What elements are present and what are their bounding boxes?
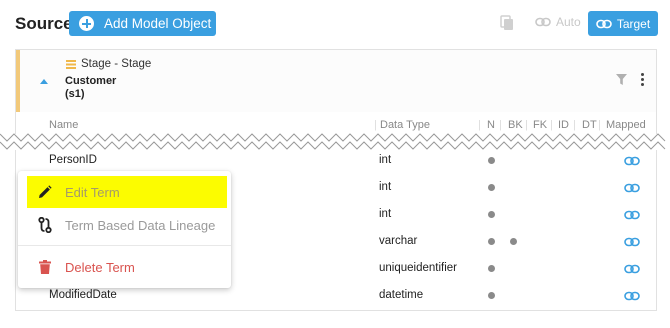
page-title: Source [15, 14, 73, 33]
business-key-dot-icon [510, 238, 517, 245]
nullable-dot-icon [488, 292, 495, 299]
plus-circle-icon [79, 16, 94, 31]
lineage-icon [37, 217, 53, 233]
stage-list-icon [66, 60, 76, 69]
mapped-link-icon[interactable] [624, 291, 640, 301]
nullable-dot-icon [488, 184, 495, 191]
row-data-type: varchar [379, 235, 418, 247]
mapped-link-icon[interactable] [624, 237, 640, 247]
copy-icon[interactable] [500, 15, 514, 31]
collapse-caret-icon[interactable] [40, 79, 48, 84]
mapped-link-icon[interactable] [624, 264, 640, 274]
context-menu: Edit Term Term Based Data Lineage Delete… [18, 171, 231, 288]
menu-item-delete-term[interactable]: Delete Term [27, 251, 227, 283]
row-data-type: int [379, 208, 392, 220]
filter-icon[interactable] [616, 74, 627, 85]
target-label: Target [616, 16, 651, 31]
card-header: Stage - Stage Customer (s1) [16, 50, 656, 112]
table-name-line1: Customer [65, 75, 117, 87]
mapped-link-icon[interactable] [624, 183, 640, 193]
row-data-type: int [379, 154, 392, 166]
menu-divider [18, 245, 231, 246]
nullable-dot-icon [488, 265, 495, 272]
nullable-dot-icon [488, 157, 495, 164]
target-button[interactable]: Target [588, 11, 658, 36]
row-data-type: uniqueidentifier [379, 262, 458, 274]
add-model-object-button[interactable]: Add Model Object [69, 11, 216, 36]
menu-item-term-lineage[interactable]: Term Based Data Lineage [27, 209, 227, 241]
mapped-link-icon[interactable] [624, 156, 640, 166]
row-column-name: PersonID [49, 154, 97, 166]
header-bar: Source Add Model Object Auto Target [0, 0, 670, 46]
menu-item-label: Term Based Data Lineage [65, 217, 216, 233]
more-vert-icon[interactable] [641, 73, 645, 87]
table-name-line2: (s1) [65, 88, 85, 100]
pencil-icon [37, 184, 53, 200]
auto-button[interactable]: Auto [535, 15, 581, 29]
link-icon [535, 17, 551, 27]
stage-label: Stage - Stage [81, 58, 152, 70]
row-data-type: int [379, 181, 392, 193]
mapped-link-icon[interactable] [624, 210, 640, 220]
link-icon [596, 19, 612, 28]
nullable-dot-icon [488, 211, 495, 218]
add-model-object-label: Add Model Object [104, 16, 212, 31]
menu-item-label: Delete Term [65, 259, 135, 275]
table-name: Customer (s1) [65, 75, 116, 101]
row-column-name: ModifiedDate [49, 289, 117, 301]
row-data-type: datetime [379, 289, 424, 301]
auto-label: Auto [556, 15, 581, 29]
trash-icon [37, 259, 53, 275]
menu-item-edit-term[interactable]: Edit Term [27, 176, 227, 208]
menu-item-label: Edit Term [65, 184, 120, 200]
nullable-dot-icon [488, 238, 495, 245]
